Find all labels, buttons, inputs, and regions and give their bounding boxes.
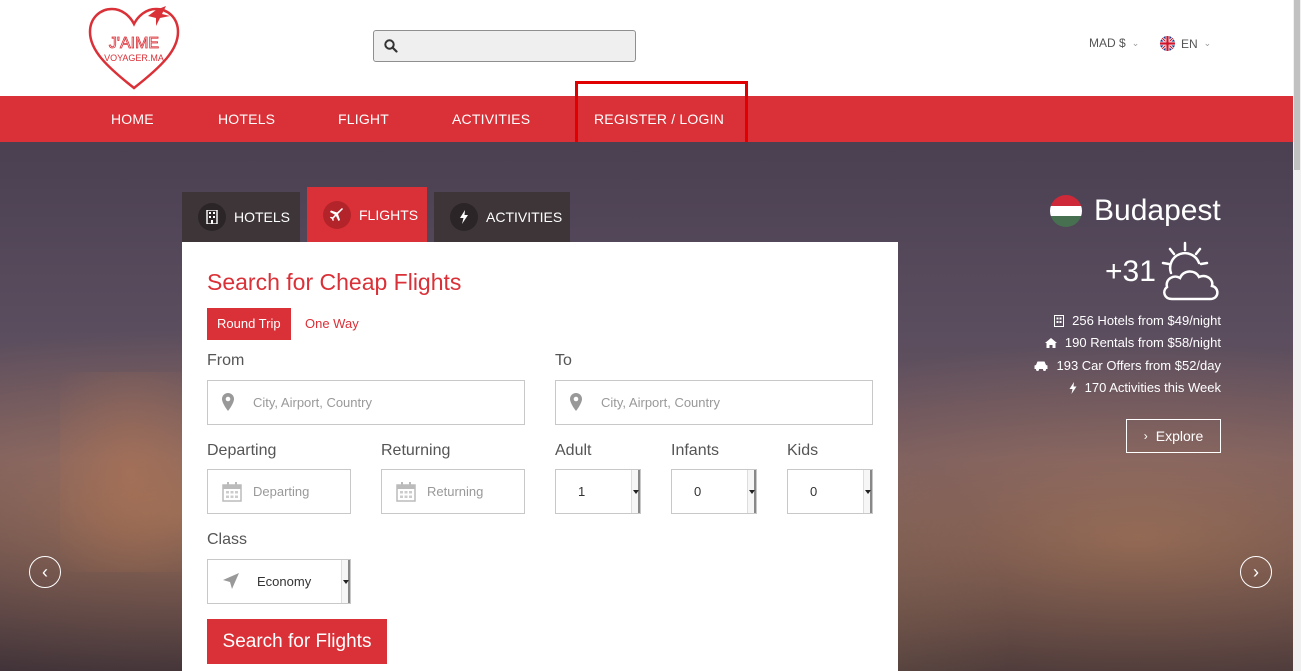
map-marker-icon [570,393,582,411]
language-label: EN [1181,36,1198,51]
adult-label: Adult [555,442,592,459]
bolt-icon [450,203,478,231]
tab-activities-label: ACTIVITIES [486,209,563,225]
chevron-down-icon: ⌄ [1131,37,1140,48]
class-label: Class [207,531,248,548]
stat-cars-text: 193 Car Offers from $52/day [1056,358,1221,373]
to-field[interactable]: City, Airport, Country [555,380,873,425]
site-search[interactable] [373,30,636,62]
explore-label: Explore [1155,428,1204,444]
chevron-down-icon: ⌄ [1203,38,1212,48]
returning-label: Returning [381,442,451,459]
class-value: Economy [257,574,312,589]
kids-stepper[interactable]: 0 [787,469,873,514]
logo-text: J'AIME [109,35,159,52]
calendar-icon [396,482,416,502]
nav-hotels[interactable]: HOTELS [218,96,275,142]
stat-cars: 193 Car Offers from $52/day [1034,358,1221,373]
language-selector[interactable]: EN ⌄ [1160,36,1211,51]
infants-label: Infants [671,442,720,459]
kids-spin-button[interactable] [863,470,872,513]
hero-glow [60,372,200,572]
building-icon [1054,314,1065,327]
home-icon [1044,337,1057,348]
building-icon [198,203,226,231]
stat-rentals-text: 190 Rentals from $58/night [1064,335,1221,350]
location-arrow-icon [223,573,239,589]
map-marker-icon [222,393,234,411]
explore-button[interactable]: › Explore [1126,419,1221,453]
adult-value: 1 [578,484,586,499]
stat-activities: 170 Activities this Week [1069,380,1221,395]
currency-label: MAD $ [1089,36,1126,50]
bolt-icon [1069,381,1077,394]
destination-city: Budapest [1050,194,1221,228]
scrollbar-thumb[interactable] [1294,0,1300,170]
departing-placeholder: Departing [253,484,310,499]
search-icon [384,39,398,53]
hungary-flag-icon [1050,195,1082,227]
from-field[interactable]: City, Airport, Country [207,380,525,425]
nav-flight[interactable]: FLIGHT [338,96,389,142]
from-label: From [207,352,245,369]
city-name: Budapest [1094,194,1221,227]
round-trip-button[interactable]: Round Trip [207,308,291,340]
infants-spin-button[interactable] [747,470,756,513]
kids-value: 0 [810,484,818,499]
tab-flights-label: FLIGHTS [359,206,419,223]
one-way-button[interactable]: One Way [295,308,369,340]
kids-label: Kids [787,442,819,459]
tab-flights[interactable]: FLIGHTS [307,187,427,242]
chevron-right-icon: › [1143,429,1148,443]
adult-stepper[interactable]: 1 [555,469,641,514]
departing-label: Departing [207,442,277,459]
nav-home[interactable]: HOME [111,96,154,142]
logo-subtext: VOYAGER.MA [104,53,164,63]
calendar-icon [222,482,242,502]
chevron-right-icon: › [1253,561,1259,582]
uk-flag-icon [1160,36,1175,51]
tab-hotels[interactable]: HOTELS [182,192,300,242]
search-input[interactable] [406,35,626,57]
plane-icon [323,200,351,229]
search-flights-button[interactable]: Search for Flights [207,619,387,664]
page-scrollbar[interactable] [1293,0,1301,671]
stat-hotels: 256 Hotels from $49/night [1054,313,1221,328]
stat-activities-text: 170 Activities this Week [1084,380,1221,395]
infants-stepper[interactable]: 0 [671,469,757,514]
panel-title: Search for Cheap Flights [207,269,462,295]
sun-cloud-icon [1161,241,1219,301]
chevron-left-icon: ‹ [42,561,48,582]
adult-spin-button[interactable] [631,470,640,513]
flight-search-panel: Search for Cheap Flights Round Trip One … [182,242,898,671]
logo[interactable]: J'AIME VOYAGER.MA [86,4,182,92]
returning-field[interactable]: Returning [381,469,525,514]
returning-placeholder: Returning [427,484,484,499]
to-placeholder: City, Airport, Country [601,395,720,410]
departing-field[interactable]: Departing [207,469,351,514]
carousel-next-button[interactable]: › [1240,556,1272,588]
infants-value: 0 [694,484,702,499]
to-label: To [555,352,572,369]
carousel-prev-button[interactable]: ‹ [29,556,61,588]
tab-activities[interactable]: ACTIVITIES [434,192,570,242]
stat-rentals: 190 Rentals from $58/night [1044,335,1221,350]
class-select[interactable]: Economy [207,559,351,604]
from-placeholder: City, Airport, Country [253,395,372,410]
temperature: +31 [1105,255,1156,288]
tab-hotels-label: HOTELS [234,209,291,225]
car-icon [1034,361,1048,371]
currency-selector[interactable]: MAD $ ⌄ [1089,36,1139,50]
class-dropdown-button[interactable] [341,560,350,603]
nav-activities[interactable]: ACTIVITIES [452,96,530,142]
stat-hotels-text: 256 Hotels from $49/night [1072,313,1221,328]
